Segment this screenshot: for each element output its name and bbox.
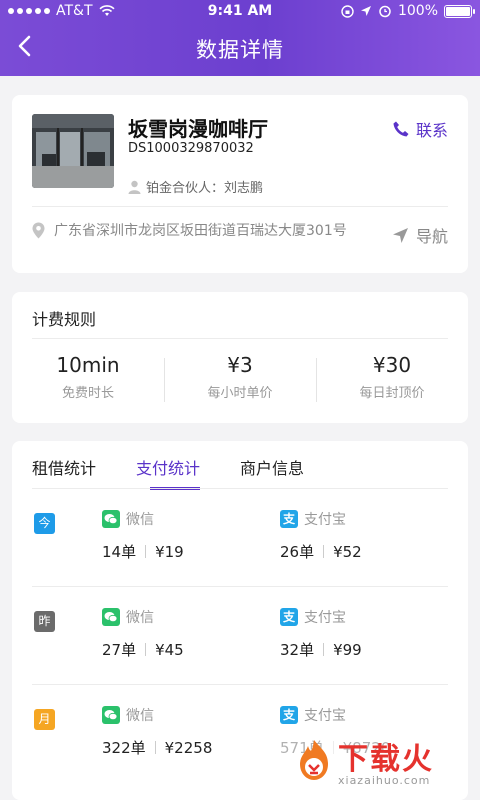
fee-hourly-price: ¥3 每小时单价 [164,352,316,408]
phone-icon [393,121,409,137]
watermark-text: 下载火 [338,742,434,777]
order-amount: ¥99 [333,640,362,659]
order-amount: ¥19 [155,542,184,561]
alipay-stats: 支 支付宝 26单 ¥52 [280,509,362,562]
fee-value: 10min [56,353,120,377]
alipay-icon: 支 [280,608,298,626]
order-amount: ¥45 [155,640,184,659]
wechat-label: 微信 [126,610,154,626]
tab-merchant-info[interactable]: 商户信息 [240,455,304,479]
wechat-icon [102,706,120,724]
order-count: 32单 [280,641,315,659]
watermark-url: xiazaihuo.com [338,774,431,787]
contact-label: 联系 [415,121,448,140]
alipay-label: 支付宝 [304,512,346,528]
wechat-icon [102,510,120,528]
page-title: 数据详情 [196,38,284,62]
status-bar: AT&T 9:41 AM 100% [0,0,480,22]
wechat-label: 微信 [126,512,154,528]
battery-icon [444,4,475,18]
month-badge: 月 [34,709,55,730]
navigate-button[interactable]: 导航 [392,223,448,247]
stats-row-today: 今 微信 14单 ¥19 支 支付宝 26单 ¥52 [12,489,468,585]
partner-label: 铂金合伙人：刘志鹏 [146,181,264,196]
contact-button[interactable]: 联系 [392,117,448,141]
divider [32,338,448,339]
order-count: 27单 [102,641,137,659]
store-card: 坂雪岗漫咖啡厅 DS1000329870032 铂金合伙人：刘志鹏 联系 广东省… [12,95,468,273]
wechat-stats: 微信 322单 ¥2258 [102,705,212,758]
order-amount: ¥52 [333,542,362,561]
yesterday-badge: 昨 [34,611,55,632]
tab-rental-stats[interactable]: 租借统计 [32,455,96,479]
fee-label: 每日封顶价 [359,386,425,401]
wechat-icon [102,608,120,626]
orientation-lock-icon [341,4,354,18]
alarm-icon [379,5,391,18]
store-name: 坂雪岗漫咖啡厅 [128,117,268,141]
store-photo [32,114,114,188]
alipay-icon: 支 [280,510,298,528]
stats-tabs: 租借统计 支付统计 商户信息 [32,455,304,479]
alipay-stats: 支 支付宝 32单 ¥99 [280,607,362,660]
fee-list: 10min 免费时长 ¥3 每小时单价 ¥30 每日封顶价 [12,352,468,408]
fee-daily-cap: ¥30 每日封顶价 [316,352,468,408]
store-id: DS1000329870032 [128,141,254,156]
flame-logo-icon [300,740,328,780]
alipay-label: 支付宝 [304,610,346,626]
alipay-label: 支付宝 [304,708,346,724]
fee-label: 每小时单价 [207,386,273,401]
fee-rules-title: 计费规则 [32,310,97,329]
order-count: 14单 [102,543,137,561]
order-amount: ¥2258 [164,738,213,757]
wechat-label: 微信 [126,708,154,724]
fee-value: ¥30 [372,353,412,377]
store-address: 广东省深圳市龙岗区坂田街道百瑞达大厦301号 [54,223,347,239]
stats-row-yesterday: 昨 微信 27单 ¥45 支 支付宝 32单 ¥99 [12,587,468,683]
wechat-stats: 微信 14单 ¥19 [102,509,184,562]
person-icon [128,180,141,194]
location-pin-icon [32,222,45,239]
tab-payment-stats[interactable]: 支付统计 [136,455,200,479]
navigation-arrow-icon [392,227,408,243]
fee-rules-card: 计费规则 10min 免费时长 ¥3 每小时单价 ¥30 每日封顶价 [12,292,468,423]
partner-info: 铂金合伙人：刘志鹏 [128,177,263,196]
today-badge: 今 [34,513,55,534]
wechat-stats: 微信 27单 ¥45 [102,607,184,660]
fee-value: ¥3 [227,353,253,377]
fee-label: 免费时长 [61,386,114,401]
order-count: 26单 [280,543,315,561]
watermark: 下载火 xiazaihuo.com [294,734,472,796]
battery-percent: 100% [397,3,438,19]
navigate-label: 导航 [415,227,448,246]
header-bar: AT&T 9:41 AM 100% 数据详情 [0,0,480,76]
fee-free-duration: 10min 免费时长 [12,352,164,408]
location-arrow-icon [360,6,371,16]
divider [32,206,448,207]
order-count: 322单 [102,739,146,757]
alipay-icon: 支 [280,706,298,724]
